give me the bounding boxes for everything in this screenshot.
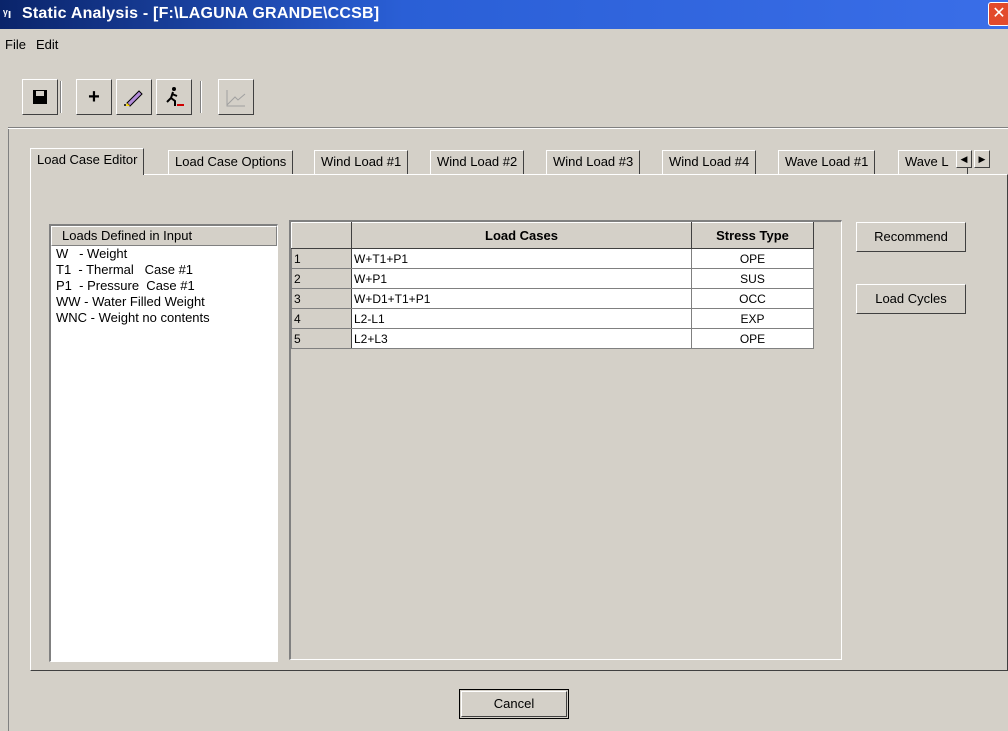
stress-type-header[interactable]: Stress Type	[691, 222, 814, 249]
load-case-cell[interactable]: W+D1+T1+P1	[351, 288, 692, 309]
loads-list[interactable]: Loads Defined in Input W - Weight T1 - T…	[49, 224, 278, 662]
load-case-cell[interactable]: W+P1	[351, 268, 692, 289]
row-number: 5	[291, 328, 352, 349]
tab-wind-load-4[interactable]: Wind Load #4	[662, 150, 757, 174]
loads-list-header: Loads Defined in Input	[51, 226, 277, 246]
tab-scroll-left-button[interactable]: ◀	[956, 150, 972, 168]
toolbar-separator	[200, 81, 202, 113]
menu-file[interactable]: File	[5, 37, 26, 52]
tab-wind-load-3[interactable]: Wind Load #3	[546, 150, 641, 174]
arrow-right-icon: ▶	[978, 154, 986, 164]
tab-wind-load-2[interactable]: Wind Load #2	[430, 150, 525, 174]
list-item[interactable]: WNC - Weight no contents	[51, 310, 277, 326]
add-button[interactable]: +	[76, 79, 112, 115]
stress-type-cell[interactable]: OCC	[691, 288, 814, 309]
stress-type-cell[interactable]: OPE	[691, 248, 814, 269]
load-cases-header[interactable]: Load Cases	[351, 222, 692, 249]
row-number: 4	[291, 308, 352, 329]
app-icon[interactable]: ᵞı	[3, 5, 19, 23]
stress-type-cell[interactable]: EXP	[691, 308, 814, 329]
toolbar-separator	[60, 81, 62, 113]
toolbar: +	[0, 73, 1008, 123]
table-row[interactable]: 3 W+D1+T1+P1 OCC	[291, 288, 814, 309]
run-button[interactable]	[156, 79, 192, 115]
list-item[interactable]: P1 - Pressure Case #1	[51, 278, 277, 294]
row-number-header	[291, 222, 352, 249]
table-row[interactable]: 4 L2-L1 EXP	[291, 308, 814, 329]
add-icon: +	[88, 86, 100, 108]
cancel-button-label: Cancel	[493, 696, 535, 711]
row-number: 2	[291, 268, 352, 289]
stress-type-cell[interactable]: SUS	[691, 268, 814, 289]
tab-load-case-editor[interactable]: Load Case Editor	[30, 148, 145, 175]
plot-button[interactable]	[218, 79, 254, 115]
close-icon: ✕	[992, 5, 1006, 22]
frame-edge	[8, 129, 10, 731]
recommend-button[interactable]: Recommend	[856, 222, 966, 252]
load-case-cell[interactable]: L2+L3	[351, 328, 692, 349]
menu-edit[interactable]: Edit	[36, 37, 58, 52]
load-cases-table: Load Cases Stress Type 1 W+T1+P1 OPE 2 W…	[291, 222, 814, 349]
table-header-row: Load Cases Stress Type	[291, 222, 814, 249]
plot-icon	[226, 90, 246, 107]
list-item[interactable]: W - Weight	[51, 246, 277, 262]
row-number: 1	[291, 248, 352, 269]
table-row[interactable]: 5 L2+L3 OPE	[291, 328, 814, 349]
edit-button[interactable]	[116, 79, 152, 115]
tab-strip: Load Case Editor Load Case Options Wind …	[30, 148, 1008, 175]
tab-scroll-right-button[interactable]: ▶	[974, 150, 990, 168]
window-title: Static Analysis - [F:\LAGUNA GRANDE\CCSB…	[22, 5, 380, 22]
list-item[interactable]: WW - Water Filled Weight	[51, 294, 277, 310]
edit-pencil-icon	[124, 90, 143, 107]
load-cycles-button[interactable]: Load Cycles	[856, 284, 966, 314]
arrow-left-icon: ◀	[960, 154, 968, 164]
run-icon	[166, 87, 184, 106]
table-row[interactable]: 2 W+P1 SUS	[291, 268, 814, 289]
menu-bar: File Edit	[0, 29, 1008, 59]
toolbar-divider	[8, 127, 1008, 129]
load-case-cell[interactable]: W+T1+P1	[351, 248, 692, 269]
close-button[interactable]: ✕	[988, 2, 1008, 26]
save-icon	[33, 90, 47, 104]
stress-type-cell[interactable]: OPE	[691, 328, 814, 349]
row-number: 3	[291, 288, 352, 309]
table-row[interactable]: 1 W+T1+P1 OPE	[291, 248, 814, 269]
tab-wind-load-1[interactable]: Wind Load #1	[314, 150, 409, 174]
save-button[interactable]	[22, 79, 58, 115]
cancel-button[interactable]: Cancel	[459, 689, 569, 719]
tab-wave-load-1[interactable]: Wave Load #1	[778, 150, 876, 174]
title-bar: ᵞı Static Analysis - [F:\LAGUNA GRANDE\C…	[0, 0, 1008, 29]
list-item[interactable]: T1 - Thermal Case #1	[51, 262, 277, 278]
load-cases-grid[interactable]: Load Cases Stress Type 1 W+T1+P1 OPE 2 W…	[289, 220, 842, 660]
tab-load-case-options[interactable]: Load Case Options	[168, 150, 294, 174]
load-case-cell[interactable]: L2-L1	[351, 308, 692, 329]
